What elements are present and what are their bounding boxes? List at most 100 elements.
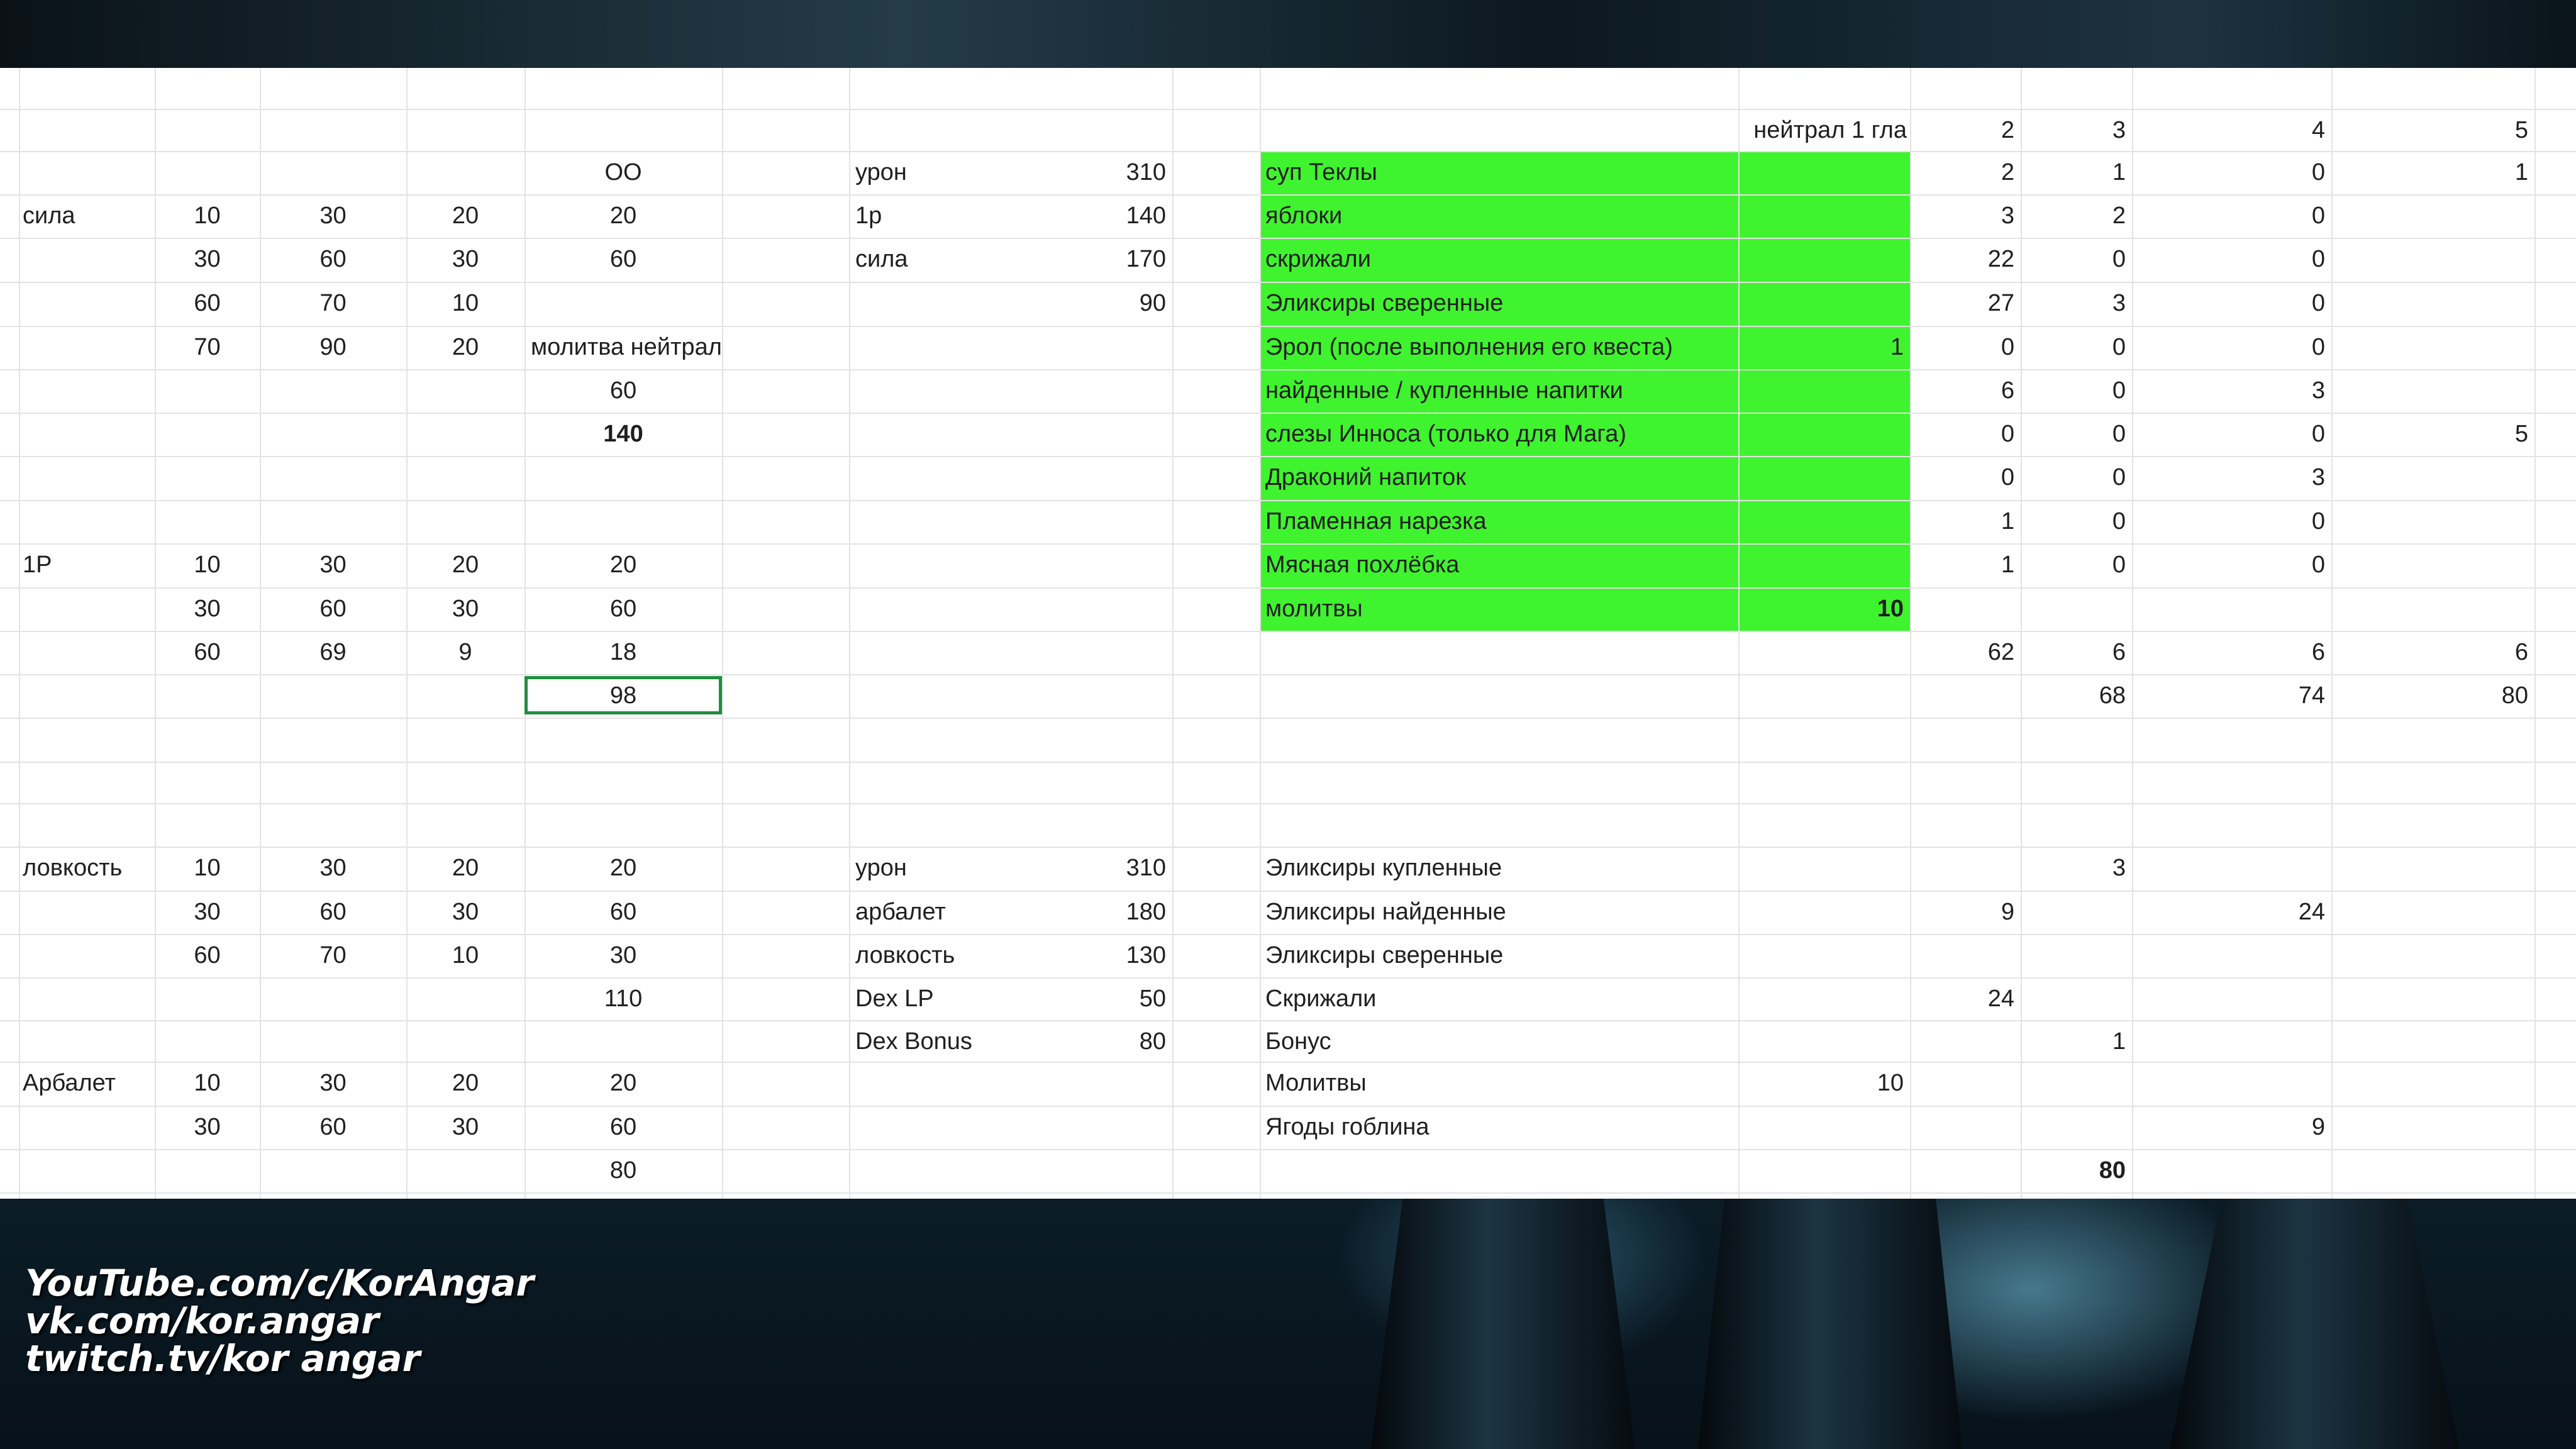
cell[interactable]: слезы Инноса (только для Мага): [1265, 413, 1743, 456]
cell[interactable]: 10: [155, 543, 260, 587]
cell[interactable]: 5: [2331, 109, 2528, 152]
cell[interactable]: суп Теклы: [1265, 151, 1743, 194]
cell[interactable]: 22: [1910, 238, 2014, 281]
cell[interactable]: Эрол (после выполнения его квеста): [1265, 326, 1743, 369]
cell[interactable]: 110: [525, 977, 722, 1021]
cell[interactable]: 130: [1044, 934, 1166, 977]
cell[interactable]: скрижали: [1265, 238, 1743, 281]
cell[interactable]: 60: [260, 238, 406, 281]
cell[interactable]: 0: [2021, 238, 2126, 281]
cell[interactable]: ОО: [525, 151, 722, 194]
cell[interactable]: 1: [1910, 500, 2014, 543]
cell[interactable]: 10: [155, 1062, 260, 1105]
cell[interactable]: 27: [1910, 282, 2014, 325]
cell[interactable]: 80: [1044, 1020, 1166, 1063]
cell[interactable]: урон: [855, 847, 1044, 890]
cell[interactable]: Эликсиры сверенные: [1265, 282, 1743, 325]
cell[interactable]: 20: [525, 543, 722, 587]
cell[interactable]: Бонус: [1265, 1020, 1743, 1063]
cell[interactable]: Скрижали: [1265, 977, 1743, 1021]
cell[interactable]: Молитвы: [1265, 1062, 1743, 1105]
cell[interactable]: 6: [2132, 631, 2325, 674]
cell[interactable]: 0: [2021, 543, 2126, 587]
cell[interactable]: Dex Bonus: [855, 1020, 1044, 1063]
cell[interactable]: Ягоды гоблина: [1265, 1106, 1743, 1149]
cell[interactable]: Dex LP: [855, 977, 1044, 1021]
cell[interactable]: 0: [1910, 413, 2014, 456]
cell[interactable]: 10: [1738, 587, 1904, 631]
spreadsheet-grid[interactable]: сила 1Р ловкость Арбалет 10 30 60 70 10 …: [0, 68, 2576, 1199]
cell[interactable]: 3: [2132, 456, 2325, 499]
cell[interactable]: 60: [260, 587, 406, 631]
cell[interactable]: 90: [1044, 282, 1166, 325]
cell[interactable]: 0: [2132, 413, 2325, 456]
cell[interactable]: 98: [525, 674, 722, 718]
cell[interactable]: 20: [525, 1062, 722, 1105]
cell[interactable]: 3: [2021, 109, 2126, 152]
cell[interactable]: 6: [2331, 631, 2528, 674]
cell[interactable]: 20: [406, 194, 525, 238]
cell[interactable]: 1: [2021, 151, 2126, 194]
cell[interactable]: 50: [1044, 977, 1166, 1021]
cell[interactable]: 10: [406, 282, 525, 325]
cell[interactable]: 3: [2132, 369, 2325, 413]
cell[interactable]: 0: [2021, 413, 2126, 456]
cell[interactable]: Драконий напиток: [1265, 456, 1743, 499]
cell[interactable]: 3: [2021, 282, 2126, 325]
cell[interactable]: 310: [1044, 151, 1166, 194]
cell[interactable]: 80: [2021, 1149, 2126, 1192]
cell[interactable]: 0: [2021, 326, 2126, 369]
cell[interactable]: 140: [525, 413, 722, 456]
cell[interactable]: 18: [525, 631, 722, 674]
cell[interactable]: 4: [2132, 109, 2325, 152]
cell[interactable]: 180: [1044, 891, 1166, 934]
cell[interactable]: 20: [406, 1062, 525, 1105]
cell[interactable]: 0: [2132, 194, 2325, 238]
cell[interactable]: 0: [2132, 282, 2325, 325]
cell-label-sila[interactable]: сила: [23, 194, 148, 238]
cell[interactable]: 70: [260, 934, 406, 977]
cell[interactable]: 20: [406, 847, 525, 890]
cell[interactable]: 74: [2132, 674, 2325, 718]
cell[interactable]: 30: [260, 847, 406, 890]
cell[interactable]: 10: [155, 194, 260, 238]
cell[interactable]: 62: [1910, 631, 2014, 674]
cell-label-lovkost[interactable]: ловкость: [23, 847, 148, 890]
cell[interactable]: Эликсиры сверенные: [1265, 934, 1743, 977]
cell[interactable]: 60: [525, 1106, 722, 1149]
cell[interactable]: 2: [1910, 109, 2014, 152]
cell[interactable]: 30: [406, 238, 525, 281]
cell[interactable]: 60: [155, 282, 260, 325]
cell[interactable]: ловкость: [855, 934, 1044, 977]
cell[interactable]: 0: [2132, 151, 2325, 194]
cell[interactable]: 9: [2132, 1106, 2325, 1149]
cell[interactable]: 0: [2132, 326, 2325, 369]
cell[interactable]: 24: [2132, 891, 2325, 934]
cell[interactable]: 1р: [855, 194, 1044, 238]
cell[interactable]: 6: [1910, 369, 2014, 413]
cell[interactable]: 9: [406, 631, 525, 674]
cell[interactable]: 30: [155, 891, 260, 934]
cell[interactable]: 2: [2021, 194, 2126, 238]
cell[interactable]: 0: [1910, 456, 2014, 499]
cell[interactable]: 30: [155, 587, 260, 631]
cell[interactable]: 3: [1910, 194, 2014, 238]
cell[interactable]: 68: [2021, 674, 2126, 718]
cell[interactable]: 6: [2021, 631, 2126, 674]
cell[interactable]: Эликсиры купленные: [1265, 847, 1743, 890]
cell[interactable]: 1: [2331, 151, 2528, 194]
cell[interactable]: 60: [525, 369, 722, 413]
cell-label-arbalet[interactable]: Арбалет: [23, 1062, 148, 1105]
cell[interactable]: 9: [1910, 891, 2014, 934]
cell[interactable]: арбалет: [855, 891, 1044, 934]
cell[interactable]: 0: [2132, 543, 2325, 587]
cell-header-neutral[interactable]: нейтрал 1 гла: [1511, 109, 1907, 152]
cell[interactable]: Эликсиры найденные: [1265, 891, 1743, 934]
cell[interactable]: 60: [155, 631, 260, 674]
cell[interactable]: 0: [2132, 500, 2325, 543]
cell[interactable]: 60: [155, 934, 260, 977]
cell[interactable]: 1: [2021, 1020, 2126, 1063]
cell[interactable]: 90: [260, 326, 406, 369]
cell[interactable]: 30: [155, 238, 260, 281]
cell[interactable]: 30: [260, 1062, 406, 1105]
